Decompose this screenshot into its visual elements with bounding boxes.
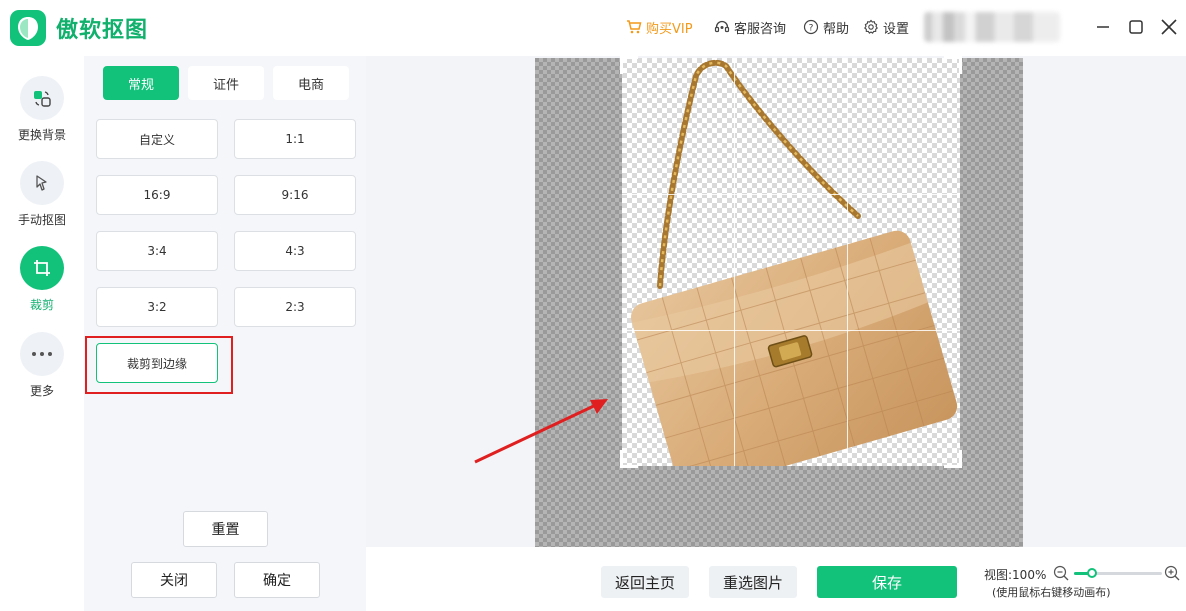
crop-grid-line bbox=[622, 330, 960, 331]
rail-item-crop[interactable]: 裁剪 bbox=[0, 246, 84, 313]
close-icon bbox=[1161, 19, 1177, 35]
buy-vip-button[interactable]: 购买VIP bbox=[626, 17, 693, 37]
help-label: 帮助 bbox=[823, 21, 850, 37]
settings-button[interactable]: 设置 bbox=[863, 17, 909, 37]
tab-ecommerce[interactable]: 电商 bbox=[273, 66, 349, 100]
crop-handle-top-left[interactable] bbox=[620, 56, 638, 74]
close-panel-button[interactable]: 关闭 bbox=[131, 562, 217, 598]
buy-vip-label: 购买VIP bbox=[646, 21, 693, 37]
crop-region[interactable] bbox=[622, 58, 960, 466]
annotation-highlight-box bbox=[85, 336, 233, 394]
settings-label: 设置 bbox=[883, 21, 910, 37]
zoom-out-icon[interactable] bbox=[1053, 565, 1069, 581]
minimize-button[interactable] bbox=[1092, 16, 1114, 38]
ratio-9-16-button[interactable]: 9:16 bbox=[234, 175, 356, 215]
crop-grid-line bbox=[734, 58, 735, 466]
more-dots-icon bbox=[20, 332, 64, 376]
crop-grid-line bbox=[847, 58, 848, 466]
zoom-hint-text: (使用鼠标右键移动画布) bbox=[992, 586, 1111, 599]
gear-icon bbox=[864, 19, 878, 34]
minimize-icon bbox=[1097, 26, 1109, 28]
rail-label-crop: 裁剪 bbox=[29, 298, 54, 312]
user-account-avatar[interactable] bbox=[924, 12, 1060, 42]
reset-button[interactable]: 重置 bbox=[183, 511, 268, 547]
crop-handle-top-right[interactable] bbox=[944, 56, 962, 74]
ratio-16-9-button[interactable]: 16:9 bbox=[96, 175, 218, 215]
ratio-1-1-button[interactable]: 1:1 bbox=[234, 119, 356, 159]
zoom-level: 视图:100% bbox=[984, 568, 1047, 582]
app-title: 傲软抠图 bbox=[56, 18, 149, 43]
maximize-button[interactable] bbox=[1125, 16, 1147, 38]
app-logo-icon bbox=[10, 10, 46, 46]
support-label: 客服咨询 bbox=[734, 21, 787, 37]
tab-general[interactable]: 常规 bbox=[103, 66, 179, 100]
help-icon: ? bbox=[803, 19, 819, 35]
save-button[interactable]: 保存 bbox=[817, 566, 957, 598]
tab-id-photo[interactable]: 证件 bbox=[188, 66, 264, 100]
maximize-icon bbox=[1129, 20, 1143, 34]
rail-label-change-background: 更换背景 bbox=[17, 128, 66, 142]
ratio-custom-button[interactable]: 自定义 bbox=[96, 119, 218, 159]
crop-handle-bottom-right[interactable] bbox=[944, 450, 962, 468]
rail-item-manual-cutout[interactable]: 手动抠图 bbox=[0, 161, 84, 228]
tool-rail: 更换背景 手动抠图 裁剪 更多 bbox=[0, 56, 84, 611]
title-bar: 傲软抠图 购买VIP 客服咨询 ? 帮助 设置 bbox=[0, 0, 1186, 56]
support-button[interactable]: 客服咨询 bbox=[714, 17, 786, 37]
zoom-slider-handle[interactable] bbox=[1086, 568, 1097, 578]
rail-item-more[interactable]: 更多 bbox=[0, 332, 84, 399]
crop-icon bbox=[20, 246, 64, 290]
ratio-2-3-button[interactable]: 2:3 bbox=[234, 287, 356, 327]
back-home-button[interactable]: 返回主页 bbox=[601, 566, 689, 598]
rail-label-manual-cutout: 手动抠图 bbox=[17, 213, 66, 227]
ratio-4-3-button[interactable]: 4:3 bbox=[234, 231, 356, 271]
ratio-3-4-button[interactable]: 3:4 bbox=[96, 231, 218, 271]
crop-handle-bottom-left[interactable] bbox=[620, 450, 638, 468]
zoom-in-icon[interactable] bbox=[1164, 565, 1180, 581]
zoom-slider[interactable] bbox=[1074, 568, 1162, 578]
annotation-arrow-icon bbox=[474, 399, 608, 464]
manual-cutout-icon bbox=[20, 161, 64, 205]
help-button[interactable]: ? 帮助 bbox=[803, 17, 849, 37]
cart-icon bbox=[627, 20, 642, 34]
change-background-icon bbox=[20, 76, 64, 120]
ratio-3-2-button[interactable]: 3:2 bbox=[96, 287, 218, 327]
close-window-button[interactable] bbox=[1158, 16, 1180, 38]
svg-text:?: ? bbox=[809, 24, 814, 34]
rail-label-more: 更多 bbox=[29, 384, 54, 398]
handbag-image bbox=[630, 59, 958, 466]
headset-icon bbox=[714, 20, 730, 33]
crop-grid-line bbox=[622, 194, 960, 195]
confirm-button[interactable]: 确定 bbox=[234, 562, 320, 598]
rail-item-change-background[interactable]: 更换背景 bbox=[0, 76, 84, 143]
reselect-image-button[interactable]: 重选图片 bbox=[709, 566, 797, 598]
